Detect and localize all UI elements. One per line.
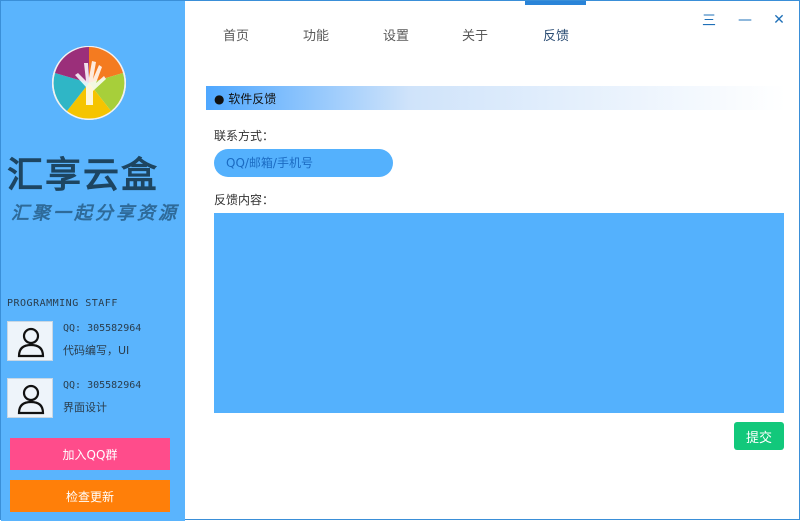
app-logo bbox=[52, 46, 126, 120]
staff-qq: QQ: 305582964 bbox=[63, 323, 142, 334]
staff-section-title: PROGRAMMING STAFF bbox=[7, 298, 118, 309]
staff-role: 界面设计 bbox=[63, 401, 107, 414]
app-window: 汇享云盒 汇聚一起分享资源 PROGRAMMING STAFF QQ: 3055… bbox=[0, 0, 800, 521]
menu-icon[interactable]: 三 bbox=[701, 11, 717, 29]
avatar bbox=[7, 321, 53, 361]
feedback-content-textarea[interactable] bbox=[214, 213, 784, 413]
section-header: ● 软件反馈 bbox=[206, 86, 786, 110]
submit-button[interactable]: 提交 bbox=[734, 422, 784, 450]
tab-features[interactable]: 功能 bbox=[303, 25, 329, 44]
staff-role: 代码编写，UI bbox=[63, 344, 130, 357]
brand-subtitle: 汇聚一起分享资源 bbox=[11, 203, 179, 224]
content-label: 反馈内容： bbox=[214, 193, 275, 207]
staff-item: QQ: 305582964 界面设计 bbox=[7, 378, 185, 418]
active-tab-indicator bbox=[525, 1, 586, 5]
minimize-icon[interactable]: — bbox=[737, 11, 753, 29]
section-title: ● 软件反馈 bbox=[214, 92, 277, 106]
contact-label: 联系方式： bbox=[214, 129, 275, 143]
staff-item: QQ: 305582964 代码编写，UI bbox=[7, 321, 185, 361]
close-icon[interactable]: ✕ bbox=[771, 11, 787, 29]
contact-input[interactable] bbox=[214, 149, 393, 177]
tab-feedback[interactable]: 反馈 bbox=[543, 25, 569, 44]
check-update-button[interactable]: 检查更新 bbox=[10, 480, 170, 512]
avatar bbox=[7, 378, 53, 418]
tab-about[interactable]: 关于 bbox=[462, 25, 488, 44]
join-qq-group-button[interactable]: 加入QQ群 bbox=[10, 438, 170, 470]
tab-home[interactable]: 首页 bbox=[223, 25, 249, 44]
staff-qq: QQ: 305582964 bbox=[63, 380, 142, 391]
user-icon bbox=[17, 384, 45, 415]
sidebar: 汇享云盒 汇聚一起分享资源 PROGRAMMING STAFF QQ: 3055… bbox=[1, 1, 185, 521]
tab-settings[interactable]: 设置 bbox=[383, 25, 409, 44]
brand-title: 汇享云盒 bbox=[7, 154, 160, 196]
user-icon bbox=[17, 327, 45, 358]
